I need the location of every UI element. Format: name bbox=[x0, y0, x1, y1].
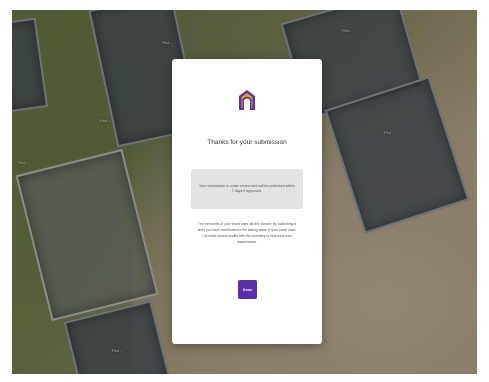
done-button[interactable]: Done bbox=[238, 280, 257, 299]
review-notice-text: Your submission is under review and will… bbox=[199, 183, 295, 194]
screenshot-frame: Plot ... Plot ... ... Plot ... ... Plot … bbox=[0, 0, 489, 382]
cemetery-logo-icon bbox=[238, 89, 256, 111]
review-notice: Your submission is under review and will… bbox=[191, 169, 303, 209]
submission-dialog: Thanks for your submission Your submissi… bbox=[172, 59, 322, 344]
dialog-body-text: The memories of your loved ones will liv… bbox=[197, 222, 297, 244]
dialog-title: Thanks for your submission bbox=[207, 139, 287, 146]
